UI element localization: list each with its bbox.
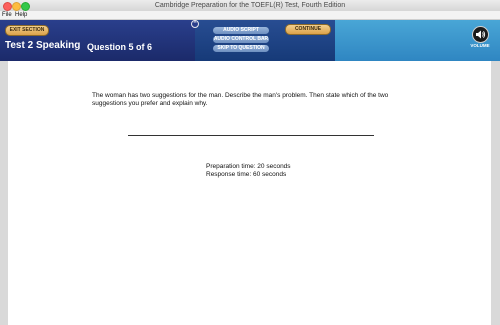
question-prompt: The woman has two suggestions for the ma… bbox=[92, 92, 389, 107]
audio-control-bar-button[interactable]: AUDIO CONTROL BAR bbox=[213, 36, 269, 43]
response-time-text: Response time: 60 seconds bbox=[206, 171, 287, 178]
menu-file[interactable]: File bbox=[2, 11, 12, 19]
volume-button[interactable] bbox=[472, 26, 489, 43]
question-counter: Question 5 of 6 bbox=[87, 42, 153, 52]
speaker-icon bbox=[476, 30, 486, 39]
audio-script-button[interactable]: AUDIO SCRIPT bbox=[213, 27, 269, 34]
divider-line bbox=[128, 135, 374, 136]
volume-label: VOLUME bbox=[470, 43, 490, 48]
continue-button[interactable]: CONTINUE bbox=[285, 24, 331, 35]
toggle-panel-button[interactable]: ^ bbox=[191, 20, 199, 28]
section-title: Test 2 Speaking bbox=[5, 40, 81, 51]
exit-section-button[interactable]: EXIT SECTION bbox=[5, 25, 49, 36]
preparation-time-text: Preparation time: 20 seconds bbox=[206, 163, 291, 170]
menu-help[interactable]: Help bbox=[15, 11, 27, 19]
chevron-up-icon: ^ bbox=[193, 21, 197, 27]
question-content-area: The woman has two suggestions for the ma… bbox=[8, 61, 491, 325]
skip-to-question-button[interactable]: SKIP TO QUESTION bbox=[213, 45, 269, 52]
test-header: EXIT SECTION Test 2 Speaking Question 5 … bbox=[0, 20, 500, 61]
menu-bar: File Help bbox=[0, 11, 500, 20]
window-title: Cambridge Preparation for the TOEFL(R) T… bbox=[154, 2, 346, 9]
